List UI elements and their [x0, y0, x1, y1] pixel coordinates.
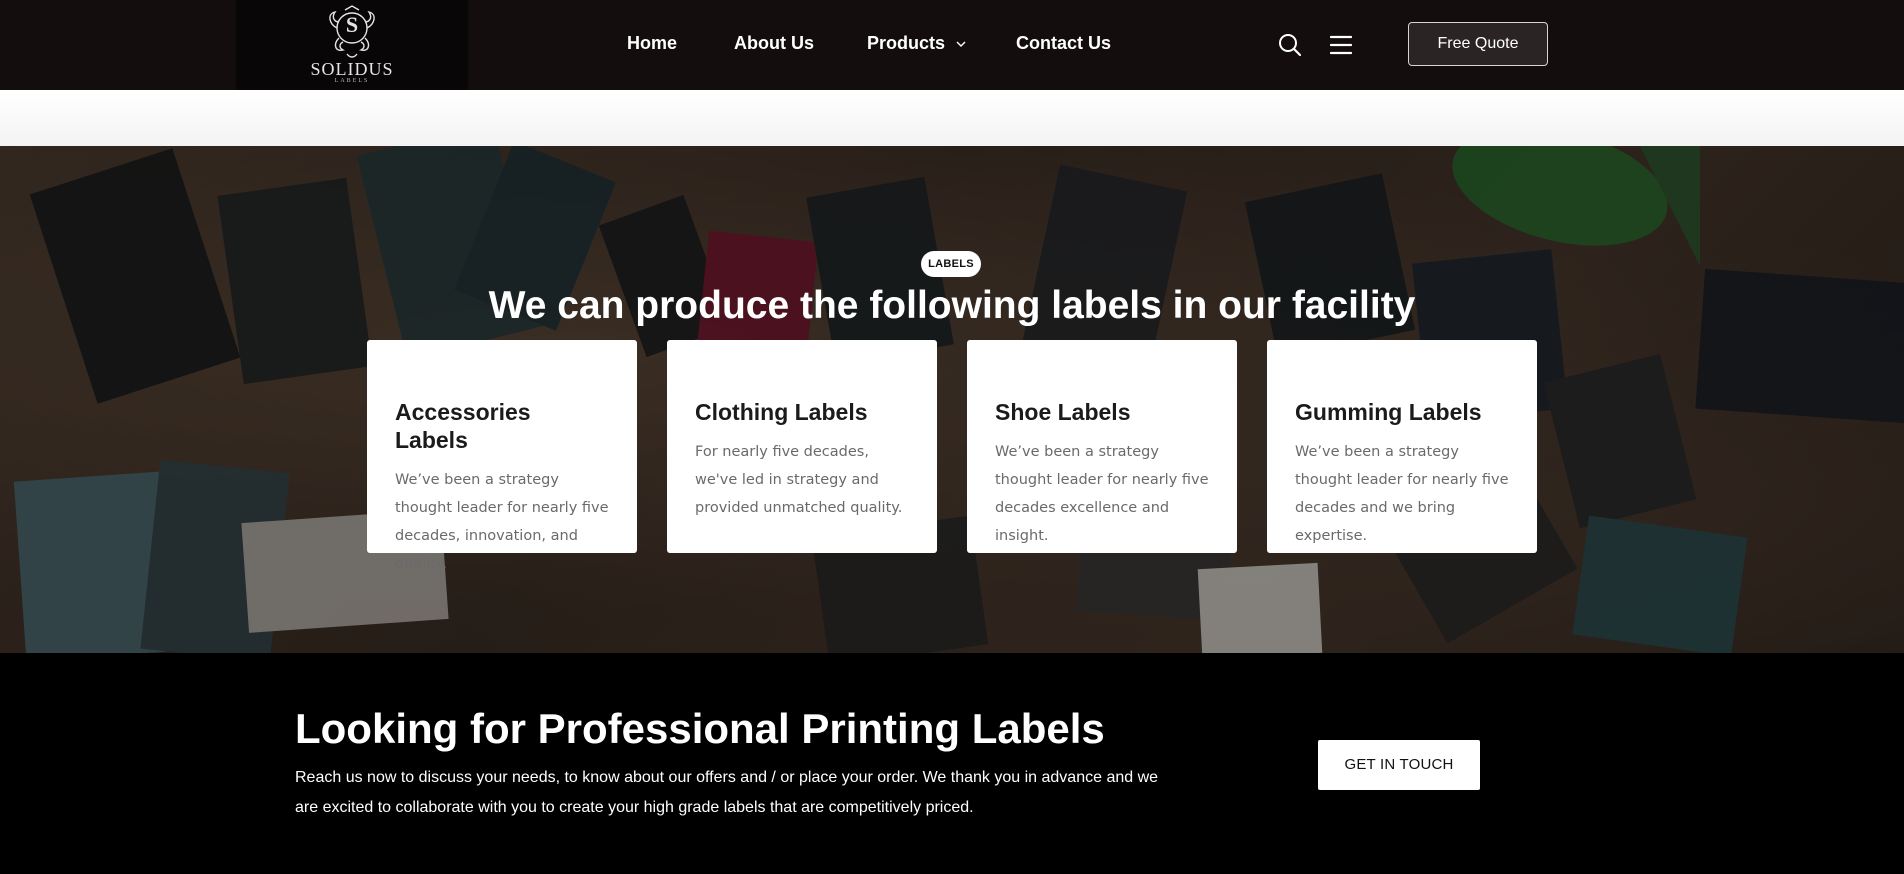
nav-item-home[interactable]: Home [627, 33, 677, 54]
site-header: S SOLIDUS LABELS Home About Us Products … [0, 0, 1904, 90]
logo-brand-text: SOLIDUS [310, 59, 394, 79]
label-card-shoe[interactable]: Shoe Labels We’ve been a strategy though… [967, 340, 1237, 553]
cta-section: Looking for Professional Printing Labels… [0, 653, 1904, 874]
card-text: For nearly five decades, we've led in st… [695, 444, 903, 516]
card-text: We’ve been a strategy thought leader for… [995, 444, 1209, 544]
label-card-accessories[interactable]: Accessories Labels We’ve been a strategy… [367, 340, 637, 572]
card-text: We’ve been a strategy thought leader for… [1295, 444, 1509, 544]
nav-item-contact-us[interactable]: Contact Us [1016, 33, 1111, 54]
search-icon[interactable] [1278, 33, 1302, 57]
get-in-touch-button[interactable]: GET IN TOUCH [1318, 740, 1480, 790]
cta-title: Looking for Professional Printing Labels [295, 705, 1105, 752]
nav-item-label: Products [867, 33, 946, 53]
logo-sub-text: LABELS [334, 78, 370, 84]
section-title: We can produce the following labels in o… [488, 284, 1416, 327]
card-title: Gumming Labels [1295, 399, 1482, 425]
chevron-down-icon [956, 41, 966, 47]
label-card-gumming[interactable]: Gumming Labels We’ve been a strategy tho… [1267, 340, 1537, 553]
card-text: We’ve been a strategy thought leader for… [395, 472, 609, 572]
logo-monogram: S [345, 12, 359, 37]
card-title: Shoe Labels [995, 399, 1131, 425]
logo[interactable]: S SOLIDUS LABELS [236, 0, 468, 90]
nav-item-label: About Us [734, 33, 814, 53]
menu-icon[interactable] [1330, 34, 1352, 56]
nav-item-products[interactable]: Products [867, 33, 966, 54]
free-quote-button[interactable]: Free Quote [1408, 22, 1548, 66]
background-overlay [0, 146, 1904, 653]
section-badge: LABELS [921, 251, 981, 277]
nav-item-about-us[interactable]: About Us [734, 33, 814, 54]
spacer-band [0, 90, 1904, 146]
nav-item-label: Home [627, 33, 678, 53]
card-title: Accessories Labels [395, 399, 531, 453]
labels-section: LABELS We can produce the following labe… [0, 146, 1904, 653]
cta-text: Reach us now to discuss your needs, to k… [295, 769, 1159, 816]
nav-item-label: Contact Us [1016, 33, 1112, 53]
card-title: Clothing Labels [695, 399, 868, 425]
label-card-clothing[interactable]: Clothing Labels For nearly five decades,… [667, 340, 937, 553]
